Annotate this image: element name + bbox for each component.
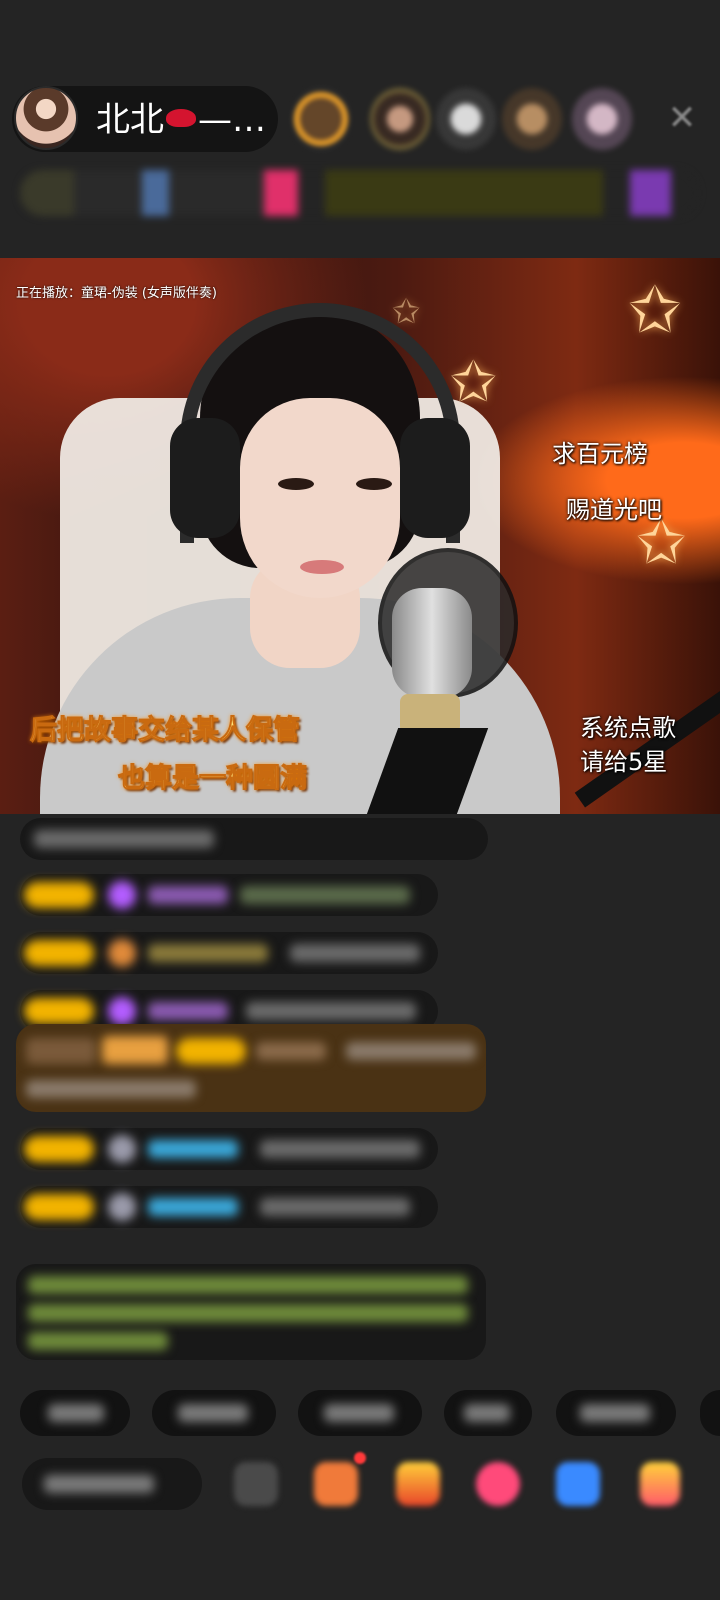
badge-icon <box>108 939 136 967</box>
notice-text <box>28 1332 168 1350</box>
star-light-icon: ✩ <box>392 292 421 332</box>
overlay-text: 请给5星 <box>580 748 668 776</box>
streamer-lips <box>300 560 344 574</box>
viewer-avatar[interactable] <box>370 88 430 150</box>
gift-icon[interactable] <box>640 1462 680 1506</box>
gift-badge <box>102 1036 168 1064</box>
top-viewer-avatar[interactable] <box>290 86 352 152</box>
chat-message[interactable] <box>20 874 438 916</box>
rank-info-bar[interactable] <box>20 170 698 216</box>
vip-badge <box>24 940 94 966</box>
chat-message[interactable] <box>20 1128 438 1170</box>
chat-message[interactable] <box>20 932 438 974</box>
quick-reply-chip[interactable] <box>20 1390 130 1436</box>
input-placeholder <box>44 1475 154 1493</box>
chip-text <box>178 1404 248 1422</box>
host-avatar[interactable] <box>14 86 78 150</box>
chat-input[interactable] <box>22 1458 202 1510</box>
chip-text <box>48 1404 104 1422</box>
chat-user <box>148 1002 228 1020</box>
chat-text <box>260 1140 420 1158</box>
chat-text <box>346 1042 476 1060</box>
chat-text <box>290 944 420 962</box>
star-light-icon: ✩ <box>450 350 497 415</box>
lyric-line: 也算是一种圆满 <box>118 763 308 795</box>
chat-message[interactable] <box>20 1186 438 1228</box>
quick-reply-chip[interactable] <box>298 1390 422 1436</box>
now-playing-label: 正在播放：童珺-伪装 (女声版伴奏) <box>16 286 217 301</box>
close-icon[interactable]: ✕ <box>662 98 702 138</box>
system-notice <box>16 1264 486 1360</box>
badge-icon <box>108 1193 136 1221</box>
chat-user <box>148 1198 238 1216</box>
headphone-earcup <box>400 418 470 538</box>
vip-badge <box>24 1194 94 1220</box>
gift-message[interactable] <box>16 1024 486 1112</box>
kiss-lips-icon <box>166 108 196 127</box>
host-name-text: 北北 <box>96 100 164 140</box>
headphone-earcup <box>170 418 240 538</box>
quick-reply-chip[interactable] <box>444 1390 532 1436</box>
chip-text <box>580 1404 650 1422</box>
host-name[interactable]: 北北 —… <box>96 100 266 140</box>
badge-icon <box>108 1135 136 1163</box>
game-icon[interactable] <box>556 1462 600 1506</box>
chat-text <box>240 886 410 904</box>
chat-user <box>148 944 268 962</box>
gem-badge-icon <box>108 881 136 909</box>
chat-text <box>26 1080 196 1098</box>
emoji-icon[interactable] <box>234 1462 278 1506</box>
chat-text <box>34 830 214 848</box>
chat-text <box>260 1198 410 1216</box>
notice-text <box>28 1304 468 1322</box>
overlay-text: 赐道光吧 <box>566 496 662 524</box>
star-light-icon: ✩ <box>628 274 682 348</box>
heart-icon[interactable] <box>476 1462 520 1506</box>
chat-user <box>148 886 228 904</box>
live-video[interactable]: ✩ ✩ ✩ ✩ 正在播放：童珺-伪装 (女声版伴奏) 求百元榜 赐道光吧 系统点… <box>0 258 720 814</box>
quick-reply-chip[interactable] <box>556 1390 676 1436</box>
gem-badge-icon <box>108 997 136 1025</box>
viewer-avatar[interactable] <box>572 88 632 150</box>
red-packet-icon[interactable] <box>396 1462 440 1506</box>
gift-badge <box>26 1038 96 1064</box>
viewer-avatar[interactable] <box>502 88 562 150</box>
chip-text <box>324 1404 394 1422</box>
chat-message[interactable] <box>20 818 488 860</box>
notice-text <box>28 1276 468 1294</box>
viewer-avatar[interactable] <box>436 88 496 150</box>
quick-reply-chip[interactable] <box>700 1390 720 1436</box>
chip-text <box>464 1404 510 1422</box>
vip-badge <box>24 1136 94 1162</box>
host-name-suffix: —… <box>198 100 266 140</box>
vip-badge <box>24 998 94 1024</box>
microphone <box>392 588 472 698</box>
vip-badge <box>24 882 94 908</box>
overlay-text: 求百元榜 <box>552 440 648 468</box>
chat-user <box>148 1140 238 1158</box>
vip-badge <box>176 1038 246 1064</box>
chat-text <box>246 1002 416 1020</box>
chat-user <box>256 1042 326 1060</box>
quick-reply-chip[interactable] <box>152 1390 276 1436</box>
gift-box-icon[interactable] <box>314 1462 358 1506</box>
notification-dot <box>354 1452 366 1464</box>
overlay-text: 系统点歌 <box>580 714 676 742</box>
lyric-line: 后把故事交给某人保管 <box>30 715 301 747</box>
